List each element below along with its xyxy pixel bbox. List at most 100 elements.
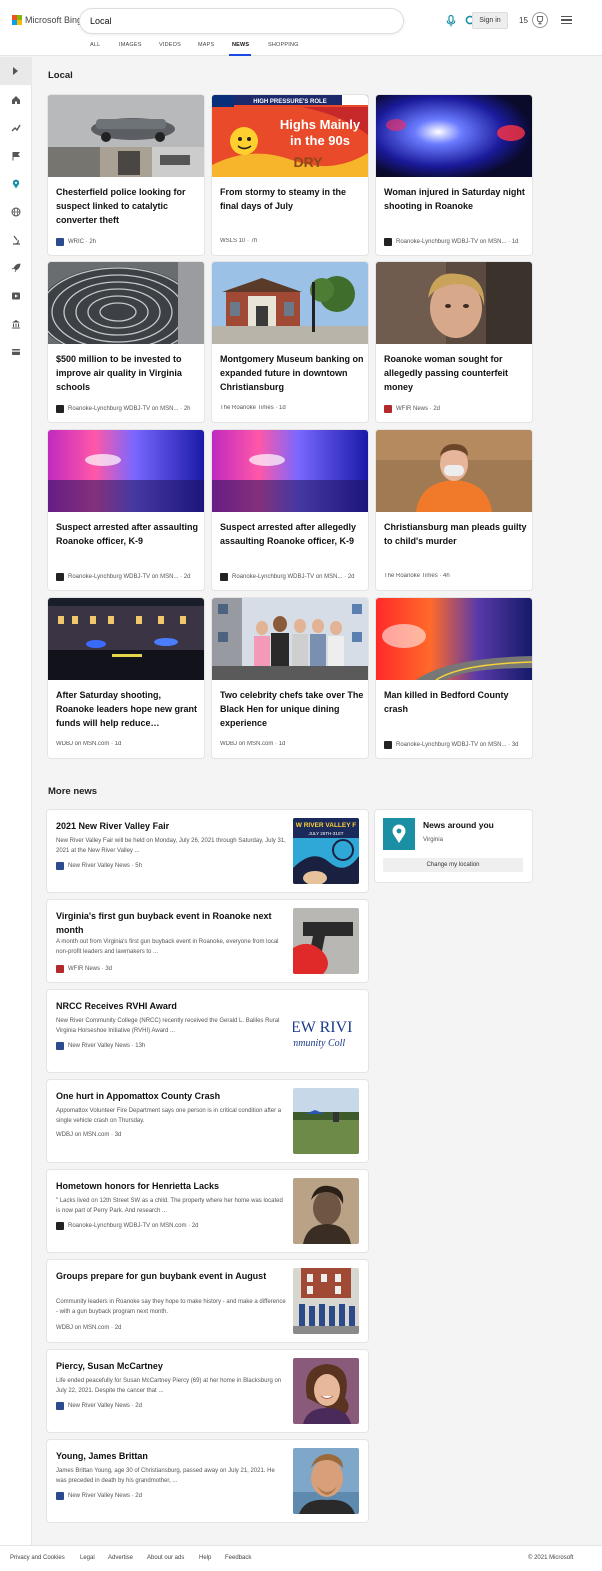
- news-headline[interactable]: Montgomery Museum banking on expanded fu…: [220, 352, 364, 394]
- rewards-points[interactable]: 15: [519, 16, 528, 25]
- local-news-card[interactable]: $500 million to be invested to improve a…: [48, 262, 204, 422]
- news-thumbnail[interactable]: [48, 430, 204, 512]
- politics-building-icon[interactable]: [11, 319, 21, 329]
- news-thumbnail[interactable]: [293, 1268, 359, 1334]
- more-news-item[interactable]: NRCC Receives RVHI Award New River Commun…: [47, 990, 368, 1072]
- search-input[interactable]: [90, 13, 360, 29]
- local-news-card[interactable]: Roanoke woman sought for allegedly passi…: [376, 262, 532, 422]
- news-thumbnail[interactable]: [48, 95, 204, 177]
- section-title-more-news: More news: [48, 786, 98, 797]
- news-thumbnail[interactable]: [293, 908, 359, 974]
- news-age: 2d: [433, 406, 441, 412]
- news-headline[interactable]: Suspect arrested after allegedly assault…: [220, 520, 364, 548]
- footer-link-advertise[interactable]: Advertise: [108, 1555, 133, 1561]
- more-news-item[interactable]: Piercy, Susan McCartney Life ended peacef…: [47, 1350, 368, 1432]
- local-news-card[interactable]: Man killed in Bedford County crash Roanok…: [376, 598, 532, 758]
- news-headline[interactable]: One hurt in Appomattox County Crash: [56, 1089, 284, 1103]
- news-thumbnail[interactable]: HIGH PRESSURE'S ROLE Highs Mainly in the 9…: [212, 95, 368, 177]
- more-news-item[interactable]: 2021 New River Valley Fair New River Vall…: [47, 810, 368, 892]
- news-thumbnail[interactable]: [376, 598, 532, 681]
- news-headline[interactable]: 2021 New River Valley Fair: [56, 819, 284, 833]
- rocket-icon[interactable]: [11, 263, 21, 273]
- globe-icon[interactable]: [11, 207, 21, 217]
- news-headline[interactable]: After Saturday shooting, Roanoke leaders…: [56, 688, 200, 730]
- rewards-trophy-icon[interactable]: [532, 12, 548, 28]
- news-thumbnail[interactable]: [212, 262, 368, 344]
- more-news-item[interactable]: One hurt in Appomattox County Crash Appom…: [47, 1080, 368, 1162]
- more-news-item[interactable]: Groups prepare for gun buybank event in …: [47, 1260, 368, 1342]
- local-news-card[interactable]: Suspect arrested after assaulting Roanok…: [48, 430, 204, 590]
- news-headline[interactable]: $500 million to be invested to improve a…: [56, 352, 200, 394]
- news-thumbnail[interactable]: [48, 598, 204, 680]
- news-thumbnail[interactable]: [293, 1358, 359, 1424]
- news-thumbnail[interactable]: [293, 1448, 359, 1514]
- news-headline[interactable]: Roanoke woman sought for allegedly passi…: [384, 352, 528, 394]
- news-thumbnail[interactable]: [212, 430, 368, 512]
- tab-all[interactable]: ALL: [90, 42, 100, 48]
- news-headline[interactable]: Woman injured in Saturday night shooting…: [384, 185, 528, 213]
- news-headline[interactable]: Virginia's first gun buyback event in Ro…: [56, 909, 284, 937]
- trending-icon[interactable]: [11, 123, 21, 133]
- microphone-icon[interactable]: [446, 15, 456, 27]
- news-headline[interactable]: From stormy to steamy in the final days …: [220, 185, 364, 213]
- news-thumbnail[interactable]: [376, 95, 532, 177]
- tab-images[interactable]: IMAGES: [119, 42, 142, 48]
- news-headline[interactable]: Suspect arrested after assaulting Roanok…: [56, 520, 200, 548]
- weather-headline-3: DRY: [293, 154, 323, 170]
- news-headline[interactable]: Chesterfield police looking for suspect …: [56, 185, 200, 227]
- news-thumbnail[interactable]: [293, 1178, 359, 1244]
- footer-link-help[interactable]: Help: [199, 1555, 211, 1561]
- location-pin-icon[interactable]: [11, 179, 21, 189]
- footer-link-legal[interactable]: Legal: [80, 1555, 95, 1561]
- local-news-card[interactable]: HIGH PRESSURE'S ROLE Highs Mainly in the 9…: [212, 95, 368, 255]
- news-source: New River Valley News · 2d: [56, 1402, 142, 1410]
- news-headline[interactable]: Two celebrity chefs take over The Black …: [220, 688, 364, 730]
- local-news-card[interactable]: Chesterfield police looking for suspect …: [48, 95, 204, 255]
- news-source: Roanoke-Lynchburg WDBJ-TV on MSN... · 1d: [384, 238, 530, 246]
- flag-icon[interactable]: [11, 151, 21, 161]
- news-headline[interactable]: Piercy, Susan McCartney: [56, 1359, 284, 1373]
- local-news-card[interactable]: Christiansburg man pleads guilty to chil…: [376, 430, 532, 590]
- tab-news[interactable]: NEWS: [232, 42, 249, 48]
- tab-videos[interactable]: VIDEOS: [159, 42, 181, 48]
- news-headline[interactable]: Groups prepare for gun buybank event in …: [56, 1269, 284, 1283]
- news-thumbnail[interactable]: EW RIVI mmunity Coll: [293, 998, 359, 1064]
- news-headline[interactable]: NRCC Receives RVHI Award: [56, 999, 284, 1013]
- bing-logo[interactable]: Microsoft Bing: [12, 15, 82, 25]
- video-icon[interactable]: [11, 291, 21, 301]
- news-thumbnail[interactable]: [376, 262, 532, 344]
- news-headline[interactable]: Hometown honors for Henrietta Lacks: [56, 1179, 284, 1193]
- local-news-card[interactable]: Montgomery Museum banking on expanded fu…: [212, 262, 368, 422]
- more-news-item[interactable]: Virginia's first gun buyback event in Ro…: [47, 900, 368, 982]
- sign-in-button[interactable]: Sign in: [472, 12, 508, 29]
- home-icon[interactable]: [11, 95, 21, 105]
- news-age: 2d: [135, 1403, 142, 1409]
- local-news-card[interactable]: Woman injured in Saturday night shooting…: [376, 95, 532, 255]
- news-thumbnail[interactable]: [376, 430, 532, 512]
- hamburger-menu-icon[interactable]: [561, 16, 572, 24]
- news-headline[interactable]: Young, James Brittan: [56, 1449, 284, 1463]
- expand-sidebar-button[interactable]: [0, 57, 32, 85]
- local-news-card[interactable]: After Saturday shooting, Roanoke leaders…: [48, 598, 204, 758]
- news-thumbnail[interactable]: W RIVER VALLEY F JULY 26TH-31ST: [293, 818, 359, 884]
- more-news-item[interactable]: Hometown honors for Henrietta Lacks " Lac…: [47, 1170, 368, 1252]
- local-news-card[interactable]: Suspect arrested after allegedly assault…: [212, 430, 368, 590]
- footer-link-privacy[interactable]: Privacy and Cookies: [10, 1555, 65, 1561]
- footer-link-about-ads[interactable]: About our ads: [147, 1555, 184, 1561]
- news-thumbnail[interactable]: [212, 598, 368, 680]
- local-news-card[interactable]: Two celebrity chefs take over The Black …: [212, 598, 368, 758]
- news-headline[interactable]: Christiansburg man pleads guilty to chil…: [384, 520, 528, 548]
- weather-headline-1: Highs Mainly: [280, 117, 361, 132]
- money-card-icon[interactable]: [11, 347, 21, 357]
- news-thumbnail[interactable]: [48, 262, 204, 357]
- change-location-button[interactable]: Change my location: [383, 858, 523, 872]
- news-headline[interactable]: Man killed in Bedford County crash: [384, 688, 528, 716]
- more-news-item[interactable]: Young, James Brittan James Brittan Young,…: [47, 1440, 368, 1522]
- news-thumbnail[interactable]: [293, 1088, 359, 1154]
- science-microscope-icon[interactable]: [11, 235, 21, 245]
- news-source: WFIR News · 2d: [384, 405, 530, 413]
- tab-maps[interactable]: MAPS: [198, 42, 214, 48]
- source-name: The Roanoke Times: [220, 405, 274, 411]
- tab-shopping[interactable]: SHOPPING: [268, 42, 299, 48]
- footer-link-feedback[interactable]: Feedback: [225, 1555, 251, 1561]
